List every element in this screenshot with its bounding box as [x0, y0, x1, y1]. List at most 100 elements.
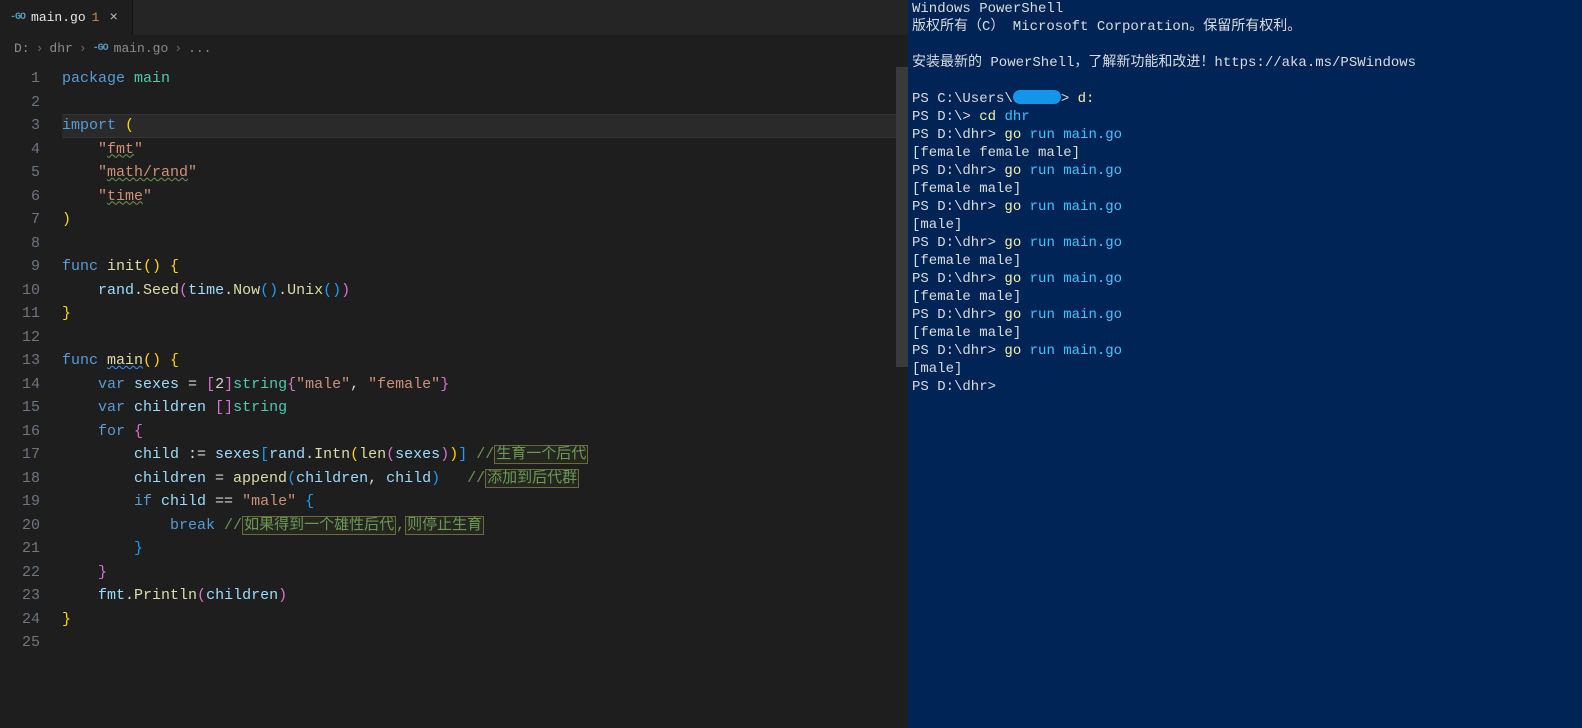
code-token: } — [62, 540, 143, 557]
code-token: ( — [125, 117, 134, 134]
code-token: 2 — [215, 376, 224, 393]
terminal-token: [female male] — [912, 253, 1021, 269]
code-token: ( — [350, 446, 359, 463]
terminal-line: PS D:\dhr> go run main.go — [912, 306, 1578, 324]
tab-filename: main.go — [31, 10, 86, 25]
go-file-icon: -GO — [93, 43, 108, 54]
tab-main-go[interactable]: -GO main.go 1 × — [0, 0, 133, 35]
code-token: sexes — [134, 376, 179, 393]
terminal-token: [male] — [912, 361, 962, 377]
terminal-line — [912, 72, 1578, 90]
code-line[interactable]: } — [62, 537, 896, 561]
code-line[interactable] — [62, 631, 896, 655]
terminal-token: [female male] — [912, 181, 1021, 197]
chevron-right-icon: › — [36, 41, 44, 56]
chevron-right-icon: › — [79, 41, 87, 56]
terminal-token: PS D:\> — [912, 109, 979, 125]
code-line[interactable]: func init() { — [62, 255, 896, 279]
code-line[interactable]: var sexes = [2]string{"male", "female"} — [62, 373, 896, 397]
code-line[interactable] — [62, 91, 896, 115]
code-line[interactable]: rand.Seed(time.Now().Unix()) — [62, 279, 896, 303]
code-line[interactable]: "fmt" — [62, 138, 896, 162]
code-token: main — [107, 352, 143, 369]
terminal-token: > — [1061, 91, 1078, 107]
code-token: string — [233, 376, 287, 393]
code-token: () — [143, 258, 170, 275]
code-token: ) — [62, 211, 71, 228]
code-token: 生育一个后代 — [494, 445, 588, 464]
code-token: var — [98, 376, 134, 393]
editor-scrollbar[interactable] — [896, 67, 908, 728]
code-content[interactable]: package main import ( "fmt" "math/rand" "… — [62, 67, 896, 728]
code-token: . — [224, 282, 233, 299]
terminal-token: PS D:\dhr> — [912, 307, 1004, 323]
code-line[interactable]: children = append(children, child) //添加到… — [62, 467, 896, 491]
code-line[interactable]: ) — [62, 208, 896, 232]
code-line[interactable] — [62, 232, 896, 256]
code-token: ) — [278, 587, 287, 604]
breadcrumb-part[interactable]: ... — [188, 41, 211, 56]
code-token: string — [233, 399, 287, 416]
code-token: // — [440, 470, 485, 487]
code-line[interactable]: for { — [62, 420, 896, 444]
code-line[interactable]: var children []string — [62, 396, 896, 420]
code-line[interactable]: import ( — [62, 114, 896, 138]
code-line[interactable]: "math/rand" — [62, 161, 896, 185]
line-number: 25 — [0, 631, 40, 655]
code-token: rand — [62, 282, 134, 299]
scrollbar-thumb[interactable] — [896, 67, 908, 367]
code-line[interactable]: if child == "male" { — [62, 490, 896, 514]
code-token: import — [62, 117, 125, 134]
terminal-token: [female male] — [912, 325, 1021, 341]
code-token: if — [134, 493, 161, 510]
code-area[interactable]: 1234567891011121314151617181920212223242… — [0, 61, 908, 728]
breadcrumb-part[interactable]: D: — [14, 41, 30, 56]
breadcrumb[interactable]: D: › dhr › -GO main.go › ... — [0, 35, 908, 61]
terminal-line: [female male] — [912, 180, 1578, 198]
code-token: [ — [206, 376, 215, 393]
code-line[interactable]: "time" — [62, 185, 896, 209]
code-token: { — [170, 258, 179, 275]
code-token: math/rand — [107, 164, 188, 181]
code-token: . — [305, 446, 314, 463]
code-token: Println — [134, 587, 197, 604]
code-token: fmt — [62, 587, 125, 604]
code-line[interactable] — [62, 326, 896, 350]
terminal-token: PS D:\dhr> — [912, 127, 1004, 143]
code-token: time — [107, 188, 143, 205]
code-line[interactable]: package main — [62, 67, 896, 91]
breadcrumb-part[interactable]: dhr — [49, 41, 72, 56]
terminal-pane[interactable]: Windows PowerShell版权所有（C） Microsoft Corp… — [908, 0, 1582, 728]
terminal-line — [912, 36, 1578, 54]
code-token: ( — [386, 446, 395, 463]
code-token — [62, 376, 98, 393]
code-line[interactable]: fmt.Println(children) — [62, 584, 896, 608]
code-token: ] — [224, 376, 233, 393]
code-line[interactable]: } — [62, 561, 896, 585]
code-token: Seed — [143, 282, 179, 299]
terminal-token: run main.go — [1030, 235, 1122, 251]
code-line[interactable]: func main() { — [62, 349, 896, 373]
code-token: ] — [458, 446, 467, 463]
code-token: child — [62, 446, 179, 463]
terminal-token: go — [1004, 307, 1029, 323]
code-token: } — [440, 376, 449, 393]
code-token: , — [350, 376, 368, 393]
code-line[interactable]: } — [62, 608, 896, 632]
terminal-token: PS D:\dhr> — [912, 163, 1004, 179]
code-token: = — [179, 376, 206, 393]
code-token: () — [323, 282, 341, 299]
code-token: } — [62, 611, 71, 628]
terminal-line: [male] — [912, 360, 1578, 378]
code-token: { — [287, 376, 296, 393]
code-line[interactable]: } — [62, 302, 896, 326]
close-icon[interactable]: × — [105, 11, 121, 25]
code-line[interactable]: child := sexes[rand.Intn(len(sexes))] //… — [62, 443, 896, 467]
code-token: sexes — [395, 446, 440, 463]
code-line[interactable]: break //如果得到一个雄性后代,则停止生育 — [62, 514, 896, 538]
breadcrumb-part[interactable]: main.go — [114, 41, 169, 56]
code-token: // — [467, 446, 494, 463]
line-number: 10 — [0, 279, 40, 303]
code-token: 则停止生育 — [405, 516, 484, 535]
code-token: " — [143, 188, 152, 205]
